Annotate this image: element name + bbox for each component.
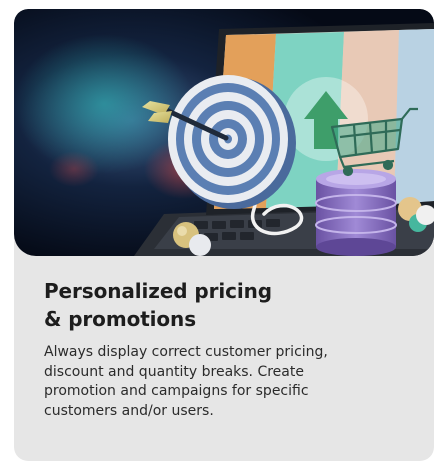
- card-title-line: & promotions: [44, 307, 197, 331]
- card-title-line: Personalized pricing: [44, 279, 272, 303]
- card-description: Always display correct customer pricing,…: [44, 343, 414, 421]
- card-title: Personalized pricing & promotions: [44, 277, 272, 333]
- feature-card: Personalized pricing & promotions Always…: [14, 9, 434, 461]
- coin-stack: [315, 169, 397, 256]
- card-description-line: Always display correct customer pricing,: [44, 344, 328, 360]
- card-description-line: promotion and campaigns for specific: [44, 383, 309, 399]
- card-description-line: customers and/or users.: [44, 402, 214, 419]
- hero-illustration: [14, 9, 434, 256]
- card-description-line: discount and quantity breaks. Create: [44, 363, 304, 380]
